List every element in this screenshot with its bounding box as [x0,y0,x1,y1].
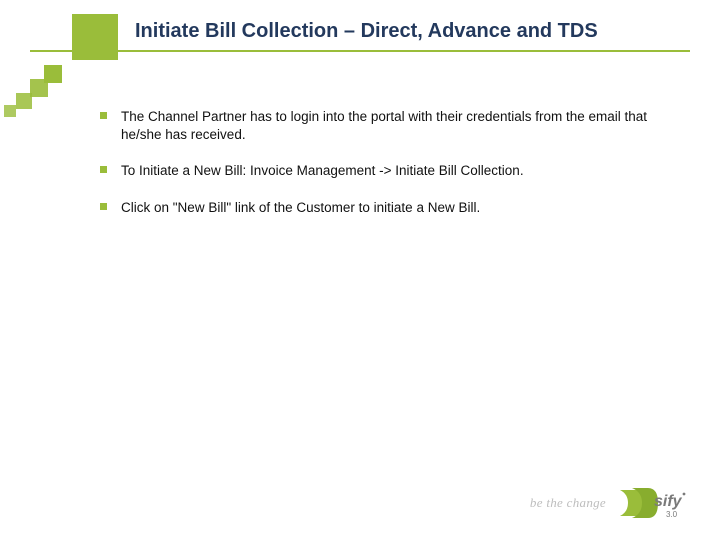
header-square-cluster [0,65,65,115]
list-item: The Channel Partner has to login into th… [100,108,660,144]
footer: be the change sify 3.0 [530,484,690,522]
list-item-text: The Channel Partner has to login into th… [121,108,660,144]
footer-tagline: be the change [530,495,606,511]
brand-version: 3.0 [666,510,678,519]
content-area: The Channel Partner has to login into th… [100,108,660,235]
header-rule [30,50,690,52]
bullet-icon [100,112,107,119]
list-item: To Initiate a New Bill: Invoice Manageme… [100,162,660,180]
brand-name: sify [654,493,683,510]
list-item-text: Click on "New Bill" link of the Customer… [121,199,480,217]
list-item-text: To Initiate a New Bill: Invoice Manageme… [121,162,524,180]
page-title: Initiate Bill Collection – Direct, Advan… [135,20,598,43]
bullet-icon [100,166,107,173]
brand-logo: sify 3.0 [618,484,690,522]
list-item: Click on "New Bill" link of the Customer… [100,199,660,217]
bullet-icon [100,203,107,210]
header-square-large [72,14,118,60]
